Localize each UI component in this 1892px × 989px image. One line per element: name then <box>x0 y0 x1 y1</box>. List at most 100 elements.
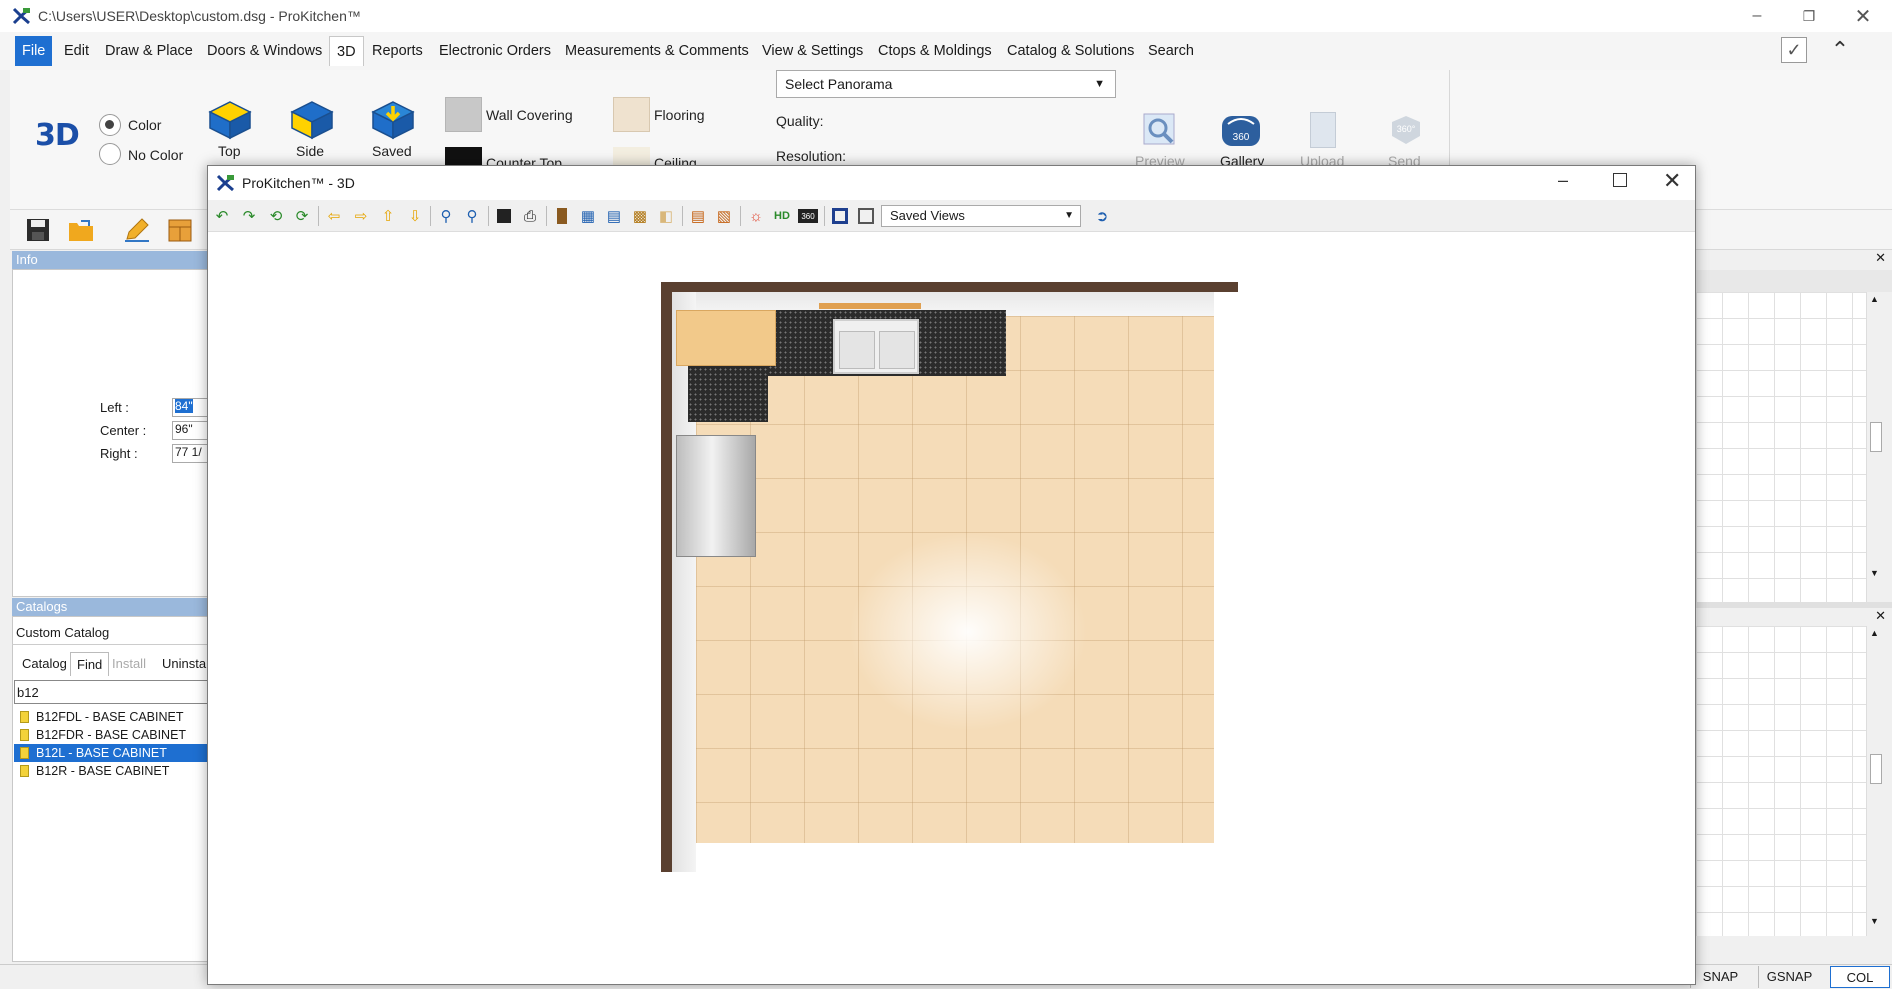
menu-reports[interactable]: Reports <box>365 36 430 66</box>
snap-toggle[interactable]: SNAP <box>1690 966 1750 988</box>
arrow-up-icon[interactable]: ⇧ <box>378 206 398 226</box>
side-view-cube-icon[interactable] <box>290 100 334 140</box>
menu-draw-place[interactable]: Draw & Place <box>98 36 200 66</box>
info-panel-header: Info <box>12 251 208 269</box>
catalog-name[interactable]: Custom Catalog <box>12 620 208 645</box>
restore-button[interactable]: ❐ <box>1786 0 1832 32</box>
scrollbar-vertical-top[interactable]: ▲ ▼ <box>1866 292 1884 602</box>
prokitchen-logo-icon <box>216 174 234 192</box>
360-icon[interactable]: 360 <box>798 209 818 223</box>
counter-top-swatch[interactable] <box>445 147 482 165</box>
catalog-search-input[interactable]: b12 <box>14 680 208 704</box>
toolbar-divider <box>740 206 741 226</box>
list-item-selected[interactable]: B12L - BASE CABINET <box>14 744 208 762</box>
scrollbar-thumb[interactable] <box>1870 754 1882 784</box>
menu-catalog-solutions[interactable]: Catalog & Solutions <box>1000 36 1141 66</box>
right-value-field[interactable]: 77 1/ <box>172 444 208 463</box>
save-icon[interactable] <box>25 217 51 243</box>
upload-icon[interactable] <box>1310 112 1336 148</box>
gallery-360-icon[interactable]: 360 <box>1220 112 1262 148</box>
gsnap-toggle[interactable]: GSNAP <box>1758 966 1820 988</box>
exit-icon[interactable]: ➲ <box>1092 206 1112 226</box>
collapse-ribbon-icon[interactable]: ⌃ <box>1825 36 1855 64</box>
left-value-field[interactable]: 84" <box>172 398 208 417</box>
material-icon[interactable]: ◧ <box>656 206 676 226</box>
close-panel-icon[interactable]: ✕ <box>1875 608 1886 624</box>
arrow-left-icon[interactable]: ⇦ <box>324 206 344 226</box>
saved-views-icon[interactable] <box>371 100 415 140</box>
maximize-button[interactable] <box>1613 173 1627 187</box>
pencil-draw-icon[interactable] <box>123 217 151 243</box>
saved-views-select[interactable]: Saved Views ▼ <box>881 205 1081 227</box>
cabinet-icon[interactable] <box>166 217 194 243</box>
window-3d-titlebar[interactable]: ProKitchen™ - 3D – ✕ <box>208 166 1695 200</box>
close-button[interactable]: ✕ <box>1840 0 1886 32</box>
scroll-up-icon[interactable]: ▲ <box>1870 628 1879 638</box>
tab-uninstall[interactable]: Uninstal <box>156 652 208 676</box>
arrow-down-icon[interactable]: ⇩ <box>405 206 425 226</box>
top-view-cube-icon[interactable] <box>208 100 252 140</box>
layout-grid-bottom[interactable] <box>1696 626 1866 936</box>
zoom-out-icon[interactable]: ⚲ <box>462 206 482 226</box>
folder-icon <box>20 729 29 741</box>
print-icon[interactable]: ⎙ <box>520 206 540 226</box>
rotate-right-icon[interactable]: ⟳ <box>292 206 312 226</box>
menu-file[interactable]: File <box>15 36 53 66</box>
center-value-field[interactable]: 96" <box>172 421 208 440</box>
menu-view-settings[interactable]: View & Settings <box>755 36 870 66</box>
wall-covering-swatch[interactable] <box>445 97 482 132</box>
menu-ctops-moldings[interactable]: Ctops & Moldings <box>871 36 999 66</box>
single-view-icon[interactable] <box>830 206 850 226</box>
layout-grid-top[interactable] <box>1696 292 1866 602</box>
scroll-up-icon[interactable]: ▲ <box>1870 294 1879 304</box>
flooring-label[interactable]: Flooring <box>654 107 705 123</box>
open-folder-icon[interactable] <box>67 217 95 243</box>
menu-measurements-comments[interactable]: Measurements & Comments <box>558 36 756 66</box>
tab-find[interactable]: Find <box>70 652 110 676</box>
preview-magnifier-icon[interactable] <box>1142 112 1178 148</box>
flooring-swatch[interactable] <box>613 97 650 132</box>
menu-doors-windows[interactable]: Doors & Windows <box>200 36 329 66</box>
lighting-icon[interactable]: ☼ <box>746 206 766 226</box>
rotate-left-icon[interactable]: ⟲ <box>266 206 286 226</box>
panorama-select[interactable]: Select Panorama ▼ <box>776 70 1116 98</box>
color-radio[interactable] <box>99 114 121 136</box>
photo-icon[interactable]: ▤ <box>604 206 624 226</box>
no-color-radio[interactable] <box>99 143 121 165</box>
checkmark-icon[interactable]: ✓ <box>1781 37 1807 63</box>
menu-electronic-orders[interactable]: Electronic Orders <box>432 36 558 66</box>
minimize-button[interactable]: – <box>1558 170 1568 191</box>
viewport-3d[interactable] <box>208 232 1695 984</box>
close-button[interactable]: ✕ <box>1663 168 1681 194</box>
list-item[interactable]: B12FDL - BASE CABINET <box>14 708 208 726</box>
list-item[interactable]: B12FDR - BASE CABINET <box>14 726 208 744</box>
cabinet-view-icon[interactable]: ▤ <box>688 206 708 226</box>
zoom-in-icon[interactable]: ⚲ <box>436 206 456 226</box>
hd-icon[interactable]: HD <box>772 206 792 226</box>
scrollbar-thumb[interactable] <box>1870 422 1882 452</box>
undo-icon[interactable]: ↶ <box>212 206 232 226</box>
arrow-right-icon[interactable]: ⇨ <box>351 206 371 226</box>
redo-icon[interactable]: ↷ <box>239 206 259 226</box>
menu-search[interactable]: Search <box>1141 36 1201 66</box>
close-panel-icon[interactable]: ✕ <box>1875 250 1886 266</box>
tab-install[interactable]: Install <box>106 652 152 676</box>
scroll-down-icon[interactable]: ▼ <box>1870 916 1879 926</box>
scrollbar-vertical-bottom[interactable]: ▲ ▼ <box>1866 626 1884 936</box>
ceiling-swatch[interactable] <box>613 147 650 165</box>
window-view-icon[interactable]: ▦ <box>578 206 598 226</box>
menu-3d[interactable]: 3D <box>329 36 364 66</box>
wall-covering-label[interactable]: Wall Covering <box>486 107 573 123</box>
frame-view-icon[interactable] <box>856 206 876 226</box>
list-item[interactable]: B12R - BASE CABINET <box>14 762 208 780</box>
minimize-button[interactable]: – <box>1734 0 1780 32</box>
tab-catalog[interactable]: Catalog <box>16 652 73 676</box>
col-toggle[interactable]: COL <box>1830 966 1890 988</box>
save-view-icon[interactable] <box>494 206 514 226</box>
book-icon[interactable]: ▩ <box>630 206 650 226</box>
send-360-icon[interactable]: 360° <box>1386 112 1426 148</box>
scroll-down-icon[interactable]: ▼ <box>1870 568 1879 578</box>
door-icon[interactable] <box>552 206 572 226</box>
export-icon[interactable]: ▧ <box>714 206 734 226</box>
menu-edit[interactable]: Edit <box>57 36 96 66</box>
